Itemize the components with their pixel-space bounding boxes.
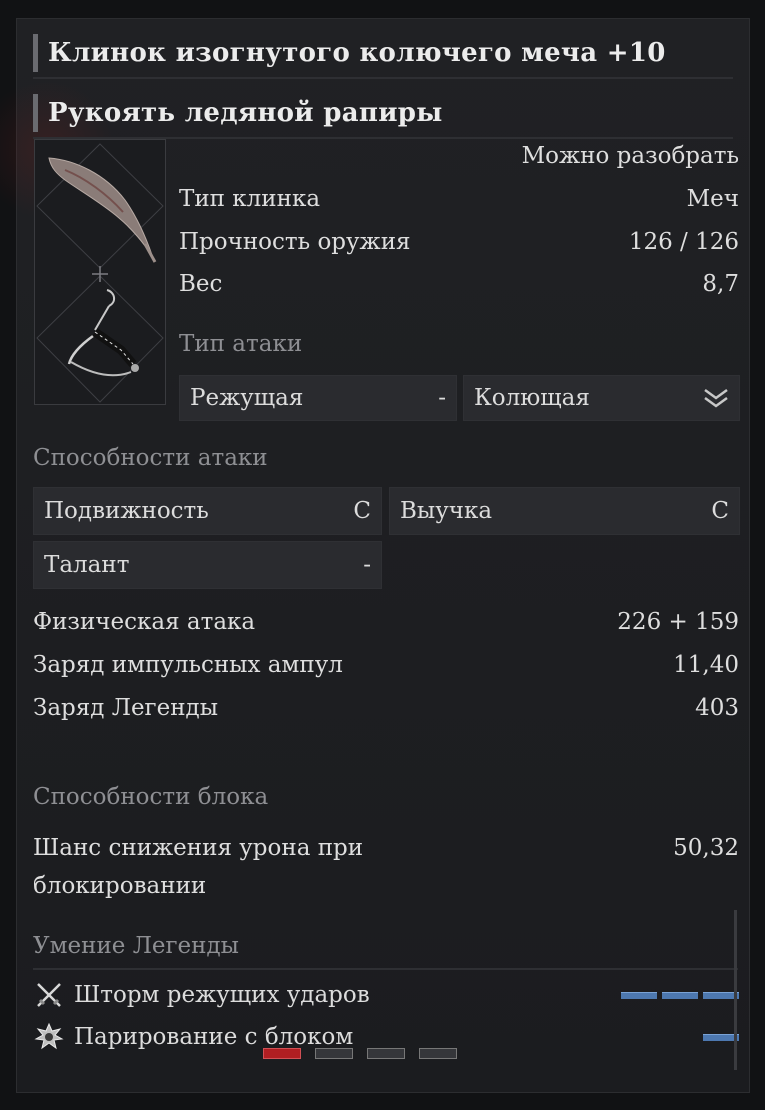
header-accent-bar xyxy=(33,94,38,132)
shield-burst-icon xyxy=(34,1022,64,1050)
attack-type-title: Тип атаки xyxy=(179,331,303,357)
page-dot[interactable] xyxy=(367,1048,405,1059)
block-abilities-title: Способности блока xyxy=(33,784,269,810)
blade-type-value: Меч xyxy=(686,186,739,212)
attack-abilities-title: Способности атаки xyxy=(33,445,268,471)
block-chance-label-line1: Шанс снижения урона при xyxy=(33,835,364,861)
page-dot[interactable] xyxy=(419,1048,457,1059)
weight-label: Вес xyxy=(179,271,223,297)
legend-skill-storm[interactable]: Шторм режущих ударов xyxy=(34,975,739,1015)
header-accent-bar xyxy=(33,34,38,72)
legend-skill-storm-label: Шторм режущих ударов xyxy=(74,982,370,1008)
scrollbar[interactable] xyxy=(734,910,737,1070)
cost-pip xyxy=(662,991,698,999)
physical-attack-label: Физическая атака xyxy=(33,609,256,635)
ability-talent-grade: - xyxy=(363,552,371,578)
legend-charge-label: Заряд Легенды xyxy=(33,695,219,721)
legend-skill-parry-label: Парирование с блоком xyxy=(74,1024,354,1050)
attack-type-slash-label: Режущая xyxy=(190,385,304,411)
page-dot[interactable] xyxy=(315,1048,353,1059)
ability-agility-label: Подвижность xyxy=(44,498,209,524)
weapon-parts-icon xyxy=(36,143,164,403)
block-chance-label: Шанс снижения урона при блокировании xyxy=(33,829,363,905)
page-indicator xyxy=(263,1048,457,1059)
durability-label: Прочность оружия xyxy=(179,229,411,255)
blade-title: Клинок изогнутого колючего меча +10 xyxy=(48,38,666,68)
attack-type-slash: Режущая - xyxy=(179,375,457,421)
ability-skill: Выучка C xyxy=(389,487,740,535)
stat-row: Заряд импульсных ампул 11,40 xyxy=(33,652,739,678)
item-tooltip-panel: Клинок изогнутого колючего меча +10 Руко… xyxy=(0,18,750,1093)
ability-talent-label: Талант xyxy=(44,552,130,578)
crossed-swords-icon xyxy=(37,983,61,1007)
durability-value: 126 / 126 xyxy=(628,229,739,255)
blade-type-row: Тип клинка Меч xyxy=(179,186,739,212)
page-dot-active[interactable] xyxy=(263,1048,301,1059)
pulse-charge-value: 11,40 xyxy=(673,652,739,678)
blade-type-label: Тип клинка xyxy=(179,186,321,212)
ability-agility: Подвижность C xyxy=(33,487,382,535)
pulse-charge-label: Заряд импульсных ампул xyxy=(33,652,343,678)
attack-type-slash-value: - xyxy=(438,385,446,411)
ability-talent: Талант - xyxy=(33,541,382,589)
stat-row: Физическая атака 226 + 159 xyxy=(33,609,739,635)
legend-skills-title: Умение Легенды xyxy=(33,933,239,959)
durability-row: Прочность оружия 126 / 126 xyxy=(179,229,739,255)
weapon-thumbnail xyxy=(34,139,166,405)
stat-row: Заряд Легенды 403 xyxy=(33,695,739,721)
skill-cost-pips xyxy=(621,991,739,999)
ability-skill-grade: C xyxy=(711,498,729,524)
block-chance-label-line2: блокировании xyxy=(33,873,207,899)
weight-value: 8,7 xyxy=(702,271,739,297)
ability-skill-label: Выучка xyxy=(400,498,493,524)
legend-charge-value: 403 xyxy=(695,695,739,721)
attack-type-pierce-label: Колющая xyxy=(474,385,590,411)
divider xyxy=(33,968,738,970)
cost-pip xyxy=(621,991,657,999)
chevron-double-down-icon xyxy=(704,388,728,408)
disassemble-note: Можно разобрать xyxy=(515,143,739,169)
disassemble-label: Можно разобрать xyxy=(521,143,739,169)
attack-type-pierce: Колющая xyxy=(463,375,740,421)
weight-row: Вес 8,7 xyxy=(179,271,739,297)
block-chance-value: 50,32 xyxy=(673,835,739,861)
blade-header: Клинок изогнутого колючего меча +10 xyxy=(33,29,733,79)
physical-attack-value: 226 + 159 xyxy=(617,609,739,635)
handle-title: Рукоять ледяной рапиры xyxy=(48,98,443,128)
block-chance-row: Шанс снижения урона при блокировании 50,… xyxy=(33,829,739,905)
handle-header: Рукоять ледяной рапиры xyxy=(33,89,733,139)
ability-agility-grade: C xyxy=(353,498,371,524)
